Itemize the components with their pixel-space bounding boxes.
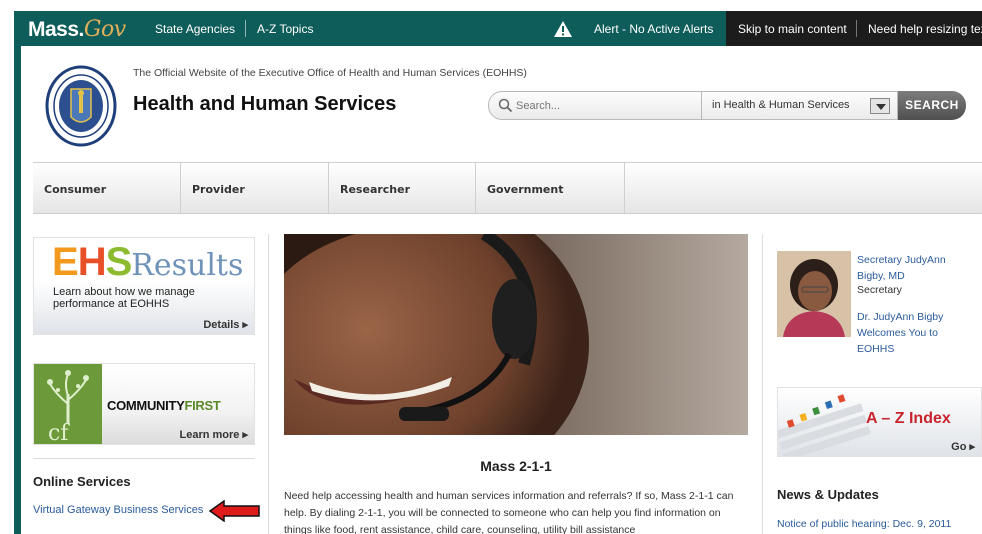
resize-text-help-link[interactable]: Need help resizing text	[868, 22, 982, 36]
nav-tab-consumer[interactable]: Consumer	[33, 163, 181, 213]
nav-tab-government[interactable]: Government	[476, 163, 625, 213]
mass-211-hero-image[interactable]	[284, 234, 748, 435]
nav-tab-researcher[interactable]: Researcher	[329, 163, 476, 213]
nav-tab-label: Provider	[192, 183, 245, 196]
ehs-results-promo[interactable]: EHSResults Learn about how we manage per…	[33, 237, 255, 335]
alert-warning-icon	[554, 21, 572, 37]
search-input[interactable]	[516, 96, 696, 116]
top-bar: Mass.Gov State Agencies A-Z Topics Alert…	[14, 11, 982, 46]
search-scope-select[interactable]: in Health & Human Services	[702, 91, 898, 120]
main-navigation: Consumer Provider Researcher Government	[33, 162, 982, 214]
logo-word: Results	[131, 248, 244, 283]
search-icon	[498, 98, 513, 113]
az-index-promo[interactable]: A – Z Index Go ▸	[777, 387, 982, 457]
secretary-name-link[interactable]: Secretary JudyAnn Bigby, MD	[857, 252, 977, 284]
divider	[33, 458, 255, 459]
title-part: COMMUNITY	[107, 398, 185, 413]
nav-tab-provider[interactable]: Provider	[181, 163, 329, 213]
nav-tab-label: Consumer	[44, 183, 107, 196]
nav-tab-label: Researcher	[340, 183, 411, 196]
ehs-description: Learn about how we manage performance at…	[53, 286, 195, 310]
accessibility-links: Skip to main content Need help resizing …	[726, 11, 982, 46]
details-link[interactable]: Details ▸	[203, 318, 248, 331]
search-button[interactable]: SEARCH	[898, 91, 966, 120]
community-first-title: COMMUNITYFIRST	[107, 398, 221, 413]
secretary-role: Secretary	[857, 284, 902, 296]
search-scope-value: in Health & Human Services	[712, 99, 850, 111]
az-go-link[interactable]: Go ▸	[951, 440, 975, 453]
logo-gov-text: Gov	[83, 17, 126, 42]
state-agencies-link[interactable]: State Agencies	[155, 22, 235, 36]
call-center-photo	[284, 234, 748, 435]
logo-letter: E	[52, 240, 79, 284]
mass-gov-logo[interactable]: Mass.Gov	[28, 17, 126, 42]
news-updates-heading: News & Updates	[777, 487, 879, 502]
tree-icon: cf	[47, 370, 89, 446]
left-frame-border	[14, 46, 21, 534]
az-index-title: A – Z Index	[866, 410, 951, 427]
alert-status-link[interactable]: Alert - No Active Alerts	[594, 22, 713, 36]
feature-description: Need help accessing health and human ser…	[284, 490, 734, 534]
massachusetts-seal-icon[interactable]	[45, 65, 117, 147]
dropdown-button[interactable]	[870, 98, 890, 114]
learn-more-link[interactable]: Learn more ▸	[180, 428, 249, 441]
red-left-arrow-icon	[208, 500, 260, 522]
nav-tab-label: Government	[487, 183, 564, 196]
top-separator	[245, 20, 246, 37]
ehs-results-logo: EHSResults	[52, 240, 243, 285]
top-separator	[856, 20, 857, 37]
official-website-text: The Official Website of the Executive Of…	[133, 67, 527, 79]
online-services-heading: Online Services	[33, 474, 131, 489]
title-part: FIRST	[184, 398, 221, 413]
secretary-welcome-link[interactable]: Dr. JudyAnn Bigby Welcomes You to EOHHS	[857, 309, 977, 357]
column-divider	[268, 234, 269, 534]
column-divider	[762, 234, 763, 534]
page-title: Health and Human Services	[133, 93, 397, 115]
news-item-link[interactable]: Notice of public hearing: Dec. 9, 2011	[777, 518, 951, 530]
chevron-down-icon	[876, 104, 886, 110]
community-first-promo[interactable]: cf COMMUNITYFIRST Learn more ▸	[33, 363, 255, 446]
cf-logo-letters: cf	[48, 421, 70, 444]
logo-letter: H	[77, 240, 107, 284]
search-box	[488, 91, 702, 120]
portrait-image	[777, 251, 851, 337]
logo-letter: S	[105, 240, 133, 284]
az-topics-link[interactable]: A-Z Topics	[257, 22, 313, 36]
page: Mass.Gov State Agencies A-Z Topics Alert…	[0, 0, 982, 534]
secretary-photo[interactable]	[777, 251, 851, 337]
virtual-gateway-business-services-link[interactable]: Virtual Gateway Business Services	[33, 504, 203, 516]
community-first-logo: cf	[34, 364, 102, 446]
skip-to-content-link[interactable]: Skip to main content	[738, 22, 847, 36]
logo-main-text: Mass.	[28, 18, 84, 41]
feature-title[interactable]: Mass 2-1-1	[284, 458, 748, 474]
